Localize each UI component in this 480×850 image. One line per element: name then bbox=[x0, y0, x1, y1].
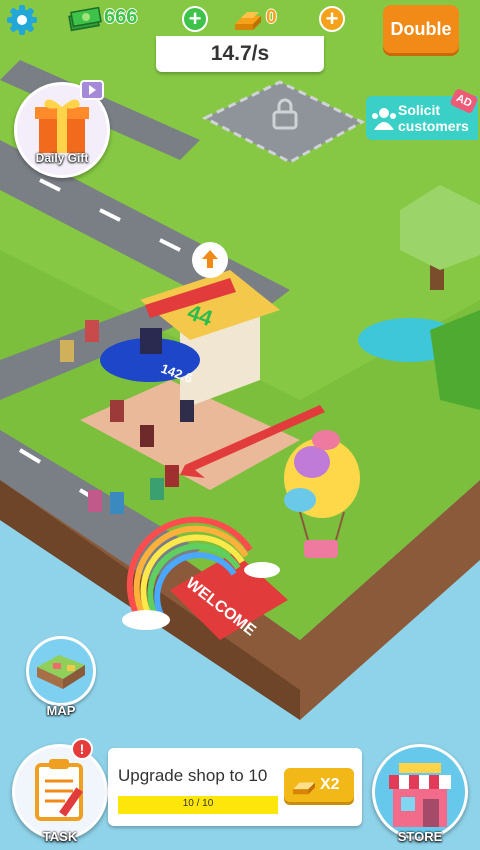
solicit-label-line2: customers bbox=[398, 118, 469, 134]
task-label: TASK bbox=[42, 829, 78, 844]
map-icon bbox=[37, 655, 85, 689]
daily-gift-label: Daily Gift bbox=[35, 151, 89, 165]
settings-gear-icon[interactable] bbox=[6, 4, 38, 36]
task-progress-bar: 10 / 10 bbox=[118, 796, 278, 814]
video-ad-icon bbox=[80, 80, 104, 100]
task-alert-badge: ! bbox=[71, 738, 93, 760]
add-cash-button[interactable]: + bbox=[182, 6, 208, 32]
task-panel: Upgrade shop to 10 10 / 10 X2 bbox=[108, 748, 362, 826]
gold-bar-icon bbox=[233, 6, 263, 32]
task-clipboard-icon bbox=[35, 759, 83, 821]
store-icon bbox=[389, 763, 451, 827]
people-icon bbox=[372, 108, 396, 130]
map-label: MAP bbox=[46, 703, 76, 718]
add-gold-button[interactable]: + bbox=[319, 6, 345, 32]
cash-icon bbox=[68, 6, 102, 32]
income-rate: 14.7/s bbox=[156, 36, 324, 72]
store-button[interactable] bbox=[372, 744, 468, 840]
task-title: Upgrade shop to 10 bbox=[118, 766, 268, 785]
task-reward-x2-button[interactable]: X2 bbox=[284, 768, 354, 802]
solicit-customers-button[interactable]: Solicit customers AD bbox=[366, 87, 479, 140]
cash-amount: 666 bbox=[104, 6, 138, 28]
gold-amount: 0 bbox=[266, 7, 277, 28]
task-progress-text: 10 / 10 bbox=[182, 798, 214, 809]
task-button[interactable] bbox=[12, 744, 108, 840]
reward-multiplier: X2 bbox=[320, 776, 340, 793]
double-button[interactable]: Double bbox=[383, 5, 459, 53]
store-label: STORE bbox=[397, 829, 443, 844]
map-button[interactable] bbox=[26, 636, 96, 706]
gold-bar-icon bbox=[293, 782, 315, 795]
